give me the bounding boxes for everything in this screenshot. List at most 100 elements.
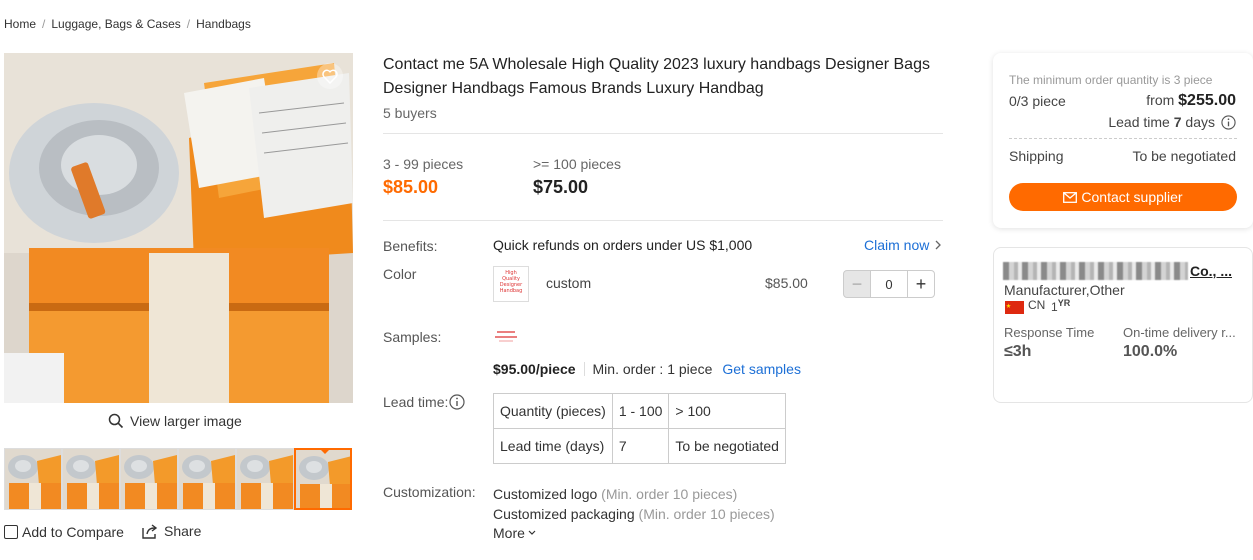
lead-days: 7 xyxy=(1173,114,1182,130)
samples-label: Samples: xyxy=(383,329,442,345)
add-to-compare[interactable]: Add to Compare xyxy=(4,524,124,540)
from-label: from xyxy=(1146,92,1175,108)
thumbnail-image xyxy=(237,449,293,509)
divider xyxy=(583,362,585,376)
share-label: Share xyxy=(164,523,202,539)
thumbnail-image xyxy=(5,449,61,509)
customization-item: Customized logo (Min. order 10 pieces) xyxy=(493,486,737,502)
increment-button[interactable]: + xyxy=(907,270,935,298)
customization-note: (Min. order 10 pieces) xyxy=(638,506,775,522)
breadcrumb-home[interactable]: Home xyxy=(4,17,36,31)
mail-icon xyxy=(1063,191,1078,203)
on-time-delivery-label: On-time delivery r... xyxy=(1123,325,1236,340)
table-cell: > 100 xyxy=(668,393,786,429)
tier-1-price: $85.00 xyxy=(383,177,439,197)
response-time-value: ≤3h xyxy=(1004,343,1032,360)
breadcrumb: Home / Luggage, Bags & Cases / Handbags xyxy=(4,17,251,31)
chevron-right-icon xyxy=(935,240,942,250)
thumbnail-6[interactable] xyxy=(294,448,352,510)
table-cell: Quantity (pieces) xyxy=(493,393,613,429)
quantity-input[interactable]: 0 xyxy=(871,270,907,298)
quantity-stepper: − 0 + xyxy=(843,270,935,298)
thumbnail-image xyxy=(63,449,119,509)
on-time-delivery-value: 100.0% xyxy=(1123,343,1178,360)
contact-supplier-button[interactable]: Contact supplier xyxy=(1009,183,1237,211)
divider xyxy=(383,133,943,134)
swatch-text: High Quality Designer Handbag xyxy=(499,270,523,294)
divider xyxy=(383,220,943,221)
thumbnail-1[interactable] xyxy=(4,448,62,510)
customization-name: Customized logo xyxy=(493,486,598,502)
thumbnail-5[interactable] xyxy=(236,448,294,510)
breadcrumb-luggage[interactable]: Luggage, Bags & Cases xyxy=(51,17,180,31)
tier-1-range: 3 - 99 pieces xyxy=(383,156,464,172)
tier-2-range: >= 100 pieces xyxy=(533,156,621,172)
color-price: $85.00 xyxy=(765,275,808,291)
info-icon[interactable] xyxy=(449,394,465,410)
sample-price: $95.00/piece xyxy=(493,361,576,377)
lead-prefix: Lead time xyxy=(1108,114,1170,130)
supplier-country: CN xyxy=(1028,298,1046,312)
divider xyxy=(1009,138,1237,139)
claim-now-label: Claim now xyxy=(864,237,930,253)
from-price-value: $255.00 xyxy=(1178,92,1236,109)
table-cell: Lead time (days) xyxy=(493,428,613,464)
favorite-button[interactable] xyxy=(317,63,343,89)
table-cell: 1 - 100 xyxy=(611,393,670,429)
compare-checkbox[interactable] xyxy=(4,525,18,539)
from-price: from $255.00 xyxy=(1146,92,1236,110)
contact-supplier-label: Contact supplier xyxy=(1081,189,1183,205)
benefits-text: Quick refunds on orders under US $1,000 xyxy=(493,237,753,253)
thumbnail-image xyxy=(296,450,350,508)
order-quantity: 0/3 piece xyxy=(1009,93,1066,109)
compare-label: Add to Compare xyxy=(22,524,124,540)
thumbnail-3[interactable] xyxy=(120,448,178,510)
shipping-value: To be negotiated xyxy=(1132,148,1236,164)
lead-time-label: Lead time: xyxy=(383,394,449,410)
sample-thumbnail[interactable] xyxy=(493,327,519,345)
supplier-name-redacted xyxy=(1003,262,1188,280)
thumbnail-image xyxy=(121,449,177,509)
moq-note: The minimum order quantity is 3 piece xyxy=(1009,73,1213,87)
customization-item: Customized packaging (Min. order 10 piec… xyxy=(493,506,775,522)
share-icon xyxy=(142,523,158,539)
benefits-label: Benefits: xyxy=(383,238,438,254)
view-larger-label: View larger image xyxy=(130,413,242,429)
buyers-count: 5 buyers xyxy=(383,105,437,121)
lead-time-label-row: Lead time: xyxy=(383,394,465,410)
claim-now-link[interactable]: Claim now xyxy=(864,237,942,253)
more-customization-button[interactable]: More xyxy=(493,525,536,541)
sample-image-icon xyxy=(493,327,519,345)
breadcrumb-handbags[interactable]: Handbags xyxy=(196,17,251,31)
product-photo xyxy=(4,53,353,403)
sample-min-order: Min. order : 1 piece xyxy=(592,361,713,377)
supplier-years: 1YR xyxy=(1051,298,1071,314)
info-icon[interactable] xyxy=(1221,114,1236,130)
more-label: More xyxy=(493,525,525,541)
heart-icon xyxy=(322,69,338,84)
thumbnail-2[interactable] xyxy=(62,448,120,510)
color-swatch[interactable]: High Quality Designer Handbag xyxy=(493,266,529,302)
supplier-name-link[interactable]: Co., ... xyxy=(1003,261,1243,281)
color-label: Color xyxy=(383,266,417,282)
table-cell: To be negotiated xyxy=(668,428,786,464)
main-product-image[interactable] xyxy=(4,53,353,403)
lead-suffix: days xyxy=(1185,114,1215,130)
response-time-label: Response Time xyxy=(1004,325,1095,340)
share-button[interactable]: Share xyxy=(142,523,201,539)
color-name: custom xyxy=(546,275,592,291)
thumbnail-strip xyxy=(4,448,353,510)
table-row: Quantity (pieces) 1 - 100 > 100 xyxy=(493,393,786,429)
supplier-name-suffix: Co., ... xyxy=(1190,263,1232,279)
table-cell: 7 xyxy=(611,428,670,464)
supplier-type: Manufacturer,Other xyxy=(1004,282,1125,298)
get-samples-link[interactable]: Get samples xyxy=(722,361,801,377)
chevron-down-icon xyxy=(528,530,536,535)
active-indicator xyxy=(320,450,330,454)
decrement-button[interactable]: − xyxy=(843,270,871,298)
lead-time-table: Quantity (pieces) 1 - 100 > 100 Lead tim… xyxy=(493,393,786,464)
view-larger-image-button[interactable]: View larger image xyxy=(108,413,242,429)
flag-cn-icon xyxy=(1005,301,1024,314)
thumbnail-4[interactable] xyxy=(178,448,236,510)
shipping-label: Shipping xyxy=(1009,148,1064,164)
